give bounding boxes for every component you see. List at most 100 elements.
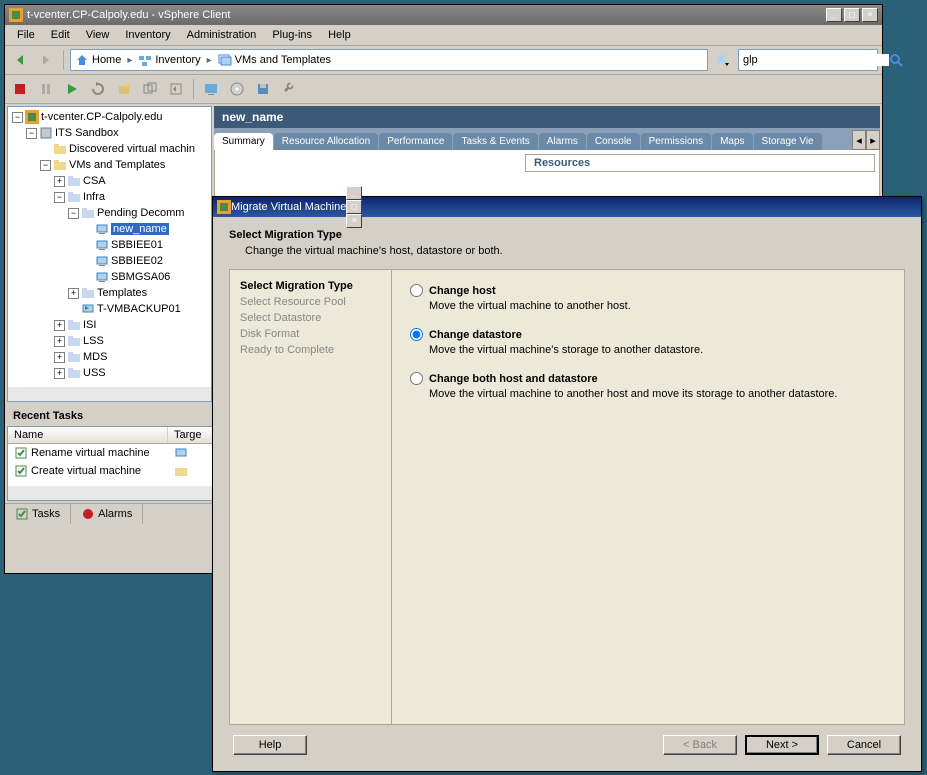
menu-view[interactable]: View [80,27,116,43]
stop-button[interactable] [9,78,31,100]
folder-icon [53,142,67,156]
option-desc: Move the virtual machine to another host… [429,300,886,312]
breadcrumb-inventory[interactable]: Inventory [138,53,200,67]
restart-button[interactable] [87,78,109,100]
breadcrumb-vms[interactable]: VMs and Templates [218,53,331,67]
breadcrumb-home[interactable]: Home [75,53,121,67]
menu-bar: File Edit View Inventory Administration … [5,25,882,46]
content-title: new_name [214,106,880,128]
menu-inventory[interactable]: Inventory [119,27,176,43]
folder-icon [67,174,81,188]
console-button[interactable] [200,78,222,100]
main-titlebar[interactable]: t-vcenter.CP-Calpoly.edu - vSphere Clien… [5,5,882,25]
menu-edit[interactable]: Edit [45,27,76,43]
dialog-button-row: Help < Back Next > Cancel [229,725,905,759]
search-input[interactable] [739,54,889,66]
migrate-vm-dialog: Migrate Virtual Machine _ □ × Select Mig… [212,196,922,772]
tree-node-templates[interactable]: +Templates [10,285,209,301]
option-change-datastore[interactable]: Change datastore Move the virtual machin… [410,328,886,356]
dialog-titlebar[interactable]: Migrate Virtual Machine _ □ × [213,197,921,217]
back-button[interactable]: < Back [663,735,737,755]
tree-node-lss[interactable]: +LSS [10,333,209,349]
tree-node-sbbiee02[interactable]: SBBIEE02 [10,253,209,269]
tabs-scroll-left[interactable]: ◂ [852,130,866,150]
tab-maps[interactable]: Maps [712,133,752,150]
tabs-scroll-right[interactable]: ▸ [866,130,880,150]
tree-node-sbbiee01[interactable]: SBBIEE01 [10,237,209,253]
tab-summary[interactable]: Summary [214,133,273,150]
help-button[interactable]: Help [233,735,307,755]
play-button[interactable] [61,78,83,100]
home-icon [75,53,89,67]
tree-node-vcenter[interactable]: −t-vcenter.CP-Calpoly.edu [10,109,209,125]
menu-plugins[interactable]: Plug-ins [266,27,318,43]
search-options-button[interactable] [712,49,734,71]
cancel-button[interactable]: Cancel [827,735,901,755]
revert-snapshot-button[interactable] [165,78,187,100]
option-desc: Move the virtual machine's storage to an… [429,344,886,356]
tree-horizontal-scrollbar[interactable] [8,387,211,401]
close-button[interactable]: × [862,8,878,22]
maximize-button[interactable]: □ [844,8,860,22]
tab-tasks-events[interactable]: Tasks & Events [453,133,537,150]
breadcrumb-bar[interactable]: Home ▸ Inventory ▸ VMs and Templates [70,49,708,71]
tree-node-vms-templates[interactable]: −VMs and Templates [10,157,209,173]
floppy-button[interactable] [252,78,274,100]
radio-change-host[interactable] [410,284,423,297]
settings-button[interactable] [278,78,300,100]
tree-node-pending[interactable]: −Pending Decomm [10,205,209,221]
status-tab-tasks[interactable]: Tasks [5,504,71,524]
snapshot-manager-button[interactable] [139,78,161,100]
inventory-tree[interactable]: −t-vcenter.CP-Calpoly.edu −ITS Sandbox D… [7,106,212,402]
action-toolbar [5,75,882,104]
nav-forward-button[interactable] [35,49,57,71]
window-title: t-vcenter.CP-Calpoly.edu - vSphere Clien… [27,9,826,21]
console-icon [204,82,218,96]
tab-storage-views[interactable]: Storage Vie [754,133,822,150]
snapshot-button[interactable] [113,78,135,100]
tree-node-csa[interactable]: +CSA [10,173,209,189]
minimize-button[interactable]: _ [826,8,842,22]
wizard-step-migration-type[interactable]: Select Migration Type [240,278,381,294]
menu-file[interactable]: File [11,27,41,43]
tree-node-discovered[interactable]: Discovered virtual machin [10,141,209,157]
tree-node-infra[interactable]: −Infra [10,189,209,205]
menu-administration[interactable]: Administration [181,27,263,43]
dialog-app-icon [217,200,231,214]
status-tab-alarms[interactable]: Alarms [71,504,143,524]
cd-button[interactable] [226,78,248,100]
dialog-close-button[interactable]: × [346,214,362,228]
search-button[interactable] [889,50,903,70]
tab-alarms[interactable]: Alarms [539,133,586,150]
tree-node-tvmbackup[interactable]: T-VMBACKUP01 [10,301,209,317]
tab-permissions[interactable]: Permissions [641,133,711,150]
radio-change-datastore[interactable] [410,328,423,341]
tab-performance[interactable]: Performance [379,133,452,150]
next-button[interactable]: Next > [745,735,819,755]
tree-node-isi[interactable]: +ISI [10,317,209,333]
search-box[interactable] [738,49,878,71]
toolbar-separator [193,79,194,99]
tab-console[interactable]: Console [587,133,640,150]
folder-icon [67,318,81,332]
option-change-both[interactable]: Change both host and datastore Move the … [410,372,886,400]
radio-change-both[interactable] [410,372,423,385]
dialog-minimize-button[interactable]: _ [346,186,362,200]
tree-node-uss[interactable]: +USS [10,365,209,381]
option-change-host[interactable]: Change host Move the virtual machine to … [410,284,886,312]
task-col-name[interactable]: Name [8,427,168,443]
tree-node-new-name[interactable]: new_name [10,221,209,237]
tree-node-mds[interactable]: +MDS [10,349,209,365]
task-icon [14,446,28,460]
vm-icon [95,270,109,284]
folder-icon [67,350,81,364]
nav-back-button[interactable] [9,49,31,71]
datacenter-icon [39,126,53,140]
search-dropdown-icon [716,53,730,67]
pause-button[interactable] [35,78,57,100]
tree-node-sbmgsa06[interactable]: SBMGSA06 [10,269,209,285]
tree-node-datacenter[interactable]: −ITS Sandbox [10,125,209,141]
tab-resource-allocation[interactable]: Resource Allocation [274,133,378,150]
menu-help[interactable]: Help [322,27,357,43]
dialog-maximize-button[interactable]: □ [346,200,362,214]
